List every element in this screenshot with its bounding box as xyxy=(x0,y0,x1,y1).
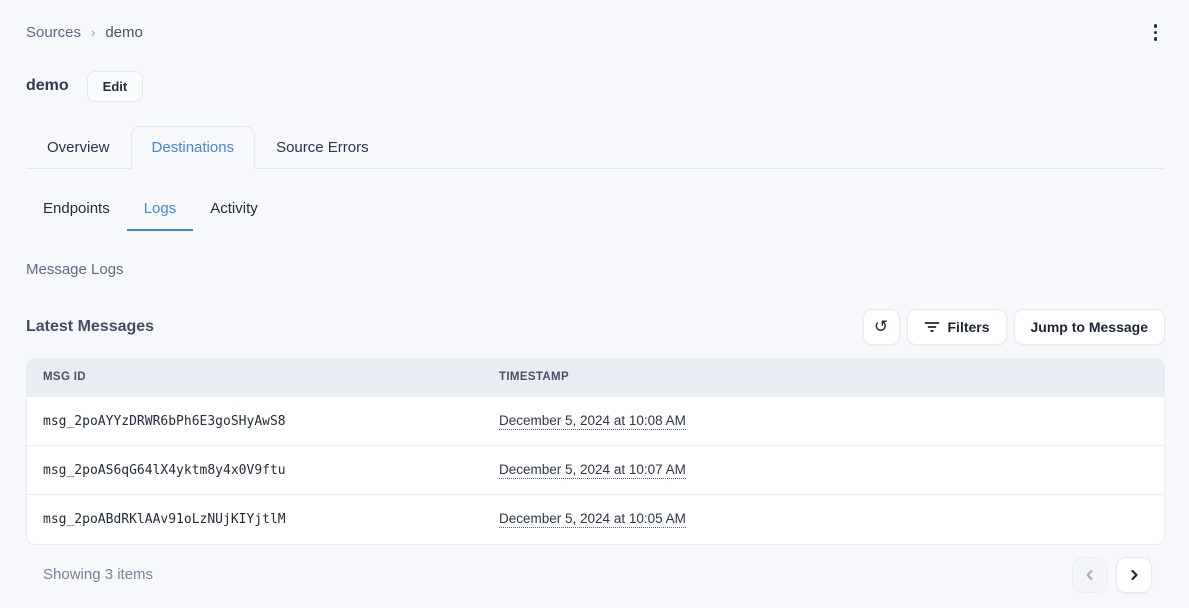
column-header-timestamp: TIMESTAMP xyxy=(483,359,1164,397)
previous-page-button[interactable] xyxy=(1072,557,1108,593)
table-row[interactable]: msg_2poAYYzDRWR6bPh6E3goSHyAwS8 December… xyxy=(27,397,1164,446)
column-header-msg-id: MSG ID xyxy=(27,359,483,397)
msg-id-value: msg_2poAS6qG64lX4yktm8y4x0V9ftu xyxy=(43,463,286,478)
message-logs-label: Message Logs xyxy=(26,261,1165,278)
breadcrumb-sources-link[interactable]: Sources xyxy=(26,24,81,41)
table-row[interactable]: msg_2poAS6qG64lX4yktm8y4x0V9ftu December… xyxy=(27,446,1164,495)
subtab-logs[interactable]: Logs xyxy=(127,190,194,231)
timestamp-value[interactable]: December 5, 2024 at 10:05 AM xyxy=(499,511,686,528)
timestamp-value[interactable]: December 5, 2024 at 10:07 AM xyxy=(499,462,686,479)
refresh-icon: ↺ xyxy=(874,317,888,337)
msg-id-value: msg_2poAYYzDRWR6bPh6E3goSHyAwS8 xyxy=(43,414,286,429)
chevron-right-icon xyxy=(1126,567,1142,583)
breadcrumb: Sources › demo xyxy=(26,24,143,41)
pagination xyxy=(1072,557,1165,593)
next-page-button[interactable] xyxy=(1116,557,1152,593)
filters-label: Filters xyxy=(948,319,990,335)
items-summary: Showing 3 items xyxy=(26,566,153,583)
destination-subtabs: Endpoints Logs Activity xyxy=(26,190,1165,231)
subtab-endpoints[interactable]: Endpoints xyxy=(26,190,127,231)
jump-to-message-button[interactable]: Jump to Message xyxy=(1014,309,1165,345)
tab-destinations[interactable]: Destinations xyxy=(131,126,256,169)
filters-button[interactable]: Filters xyxy=(907,309,1007,345)
page-title: demo xyxy=(26,77,69,95)
edit-button[interactable]: Edit xyxy=(87,71,144,102)
latest-messages-title: Latest Messages xyxy=(26,318,154,336)
filter-icon xyxy=(924,320,940,334)
table-header-row: MSG ID TIMESTAMP xyxy=(27,359,1164,397)
table-footer: Showing 3 items xyxy=(26,557,1165,593)
msg-id-value: msg_2poABdRKlAAv91oLzNUjKIYjtlM xyxy=(43,512,286,527)
title-row: demo Edit xyxy=(26,71,1165,102)
tab-overview[interactable]: Overview xyxy=(26,126,131,169)
table-row[interactable]: msg_2poABdRKlAAv91oLzNUjKIYjtlM December… xyxy=(27,495,1164,544)
breadcrumb-separator-icon: › xyxy=(91,25,95,40)
breadcrumb-current: demo xyxy=(105,24,143,41)
jump-to-message-label: Jump to Message xyxy=(1031,319,1148,335)
messages-table-card: MSG ID TIMESTAMP msg_2poAYYzDRWR6bPh6E3g… xyxy=(26,358,1165,545)
top-bar: Sources › demo xyxy=(26,18,1165,47)
message-actions: ↺ Filters Jump to Message xyxy=(863,309,1166,345)
tab-source-errors[interactable]: Source Errors xyxy=(255,126,390,169)
chevron-left-icon xyxy=(1082,567,1098,583)
refresh-button[interactable]: ↺ xyxy=(863,309,900,345)
latest-messages-header: Latest Messages ↺ Filters Jump to Messag… xyxy=(26,309,1165,345)
timestamp-value[interactable]: December 5, 2024 at 10:08 AM xyxy=(499,413,686,430)
kebab-menu-icon[interactable] xyxy=(1146,18,1166,47)
main-tabs: Overview Destinations Source Errors xyxy=(26,126,1165,169)
subtab-activity[interactable]: Activity xyxy=(193,190,275,231)
source-detail-page: Sources › demo demo Edit Overview Destin… xyxy=(0,0,1189,593)
messages-table: MSG ID TIMESTAMP msg_2poAYYzDRWR6bPh6E3g… xyxy=(27,359,1164,544)
